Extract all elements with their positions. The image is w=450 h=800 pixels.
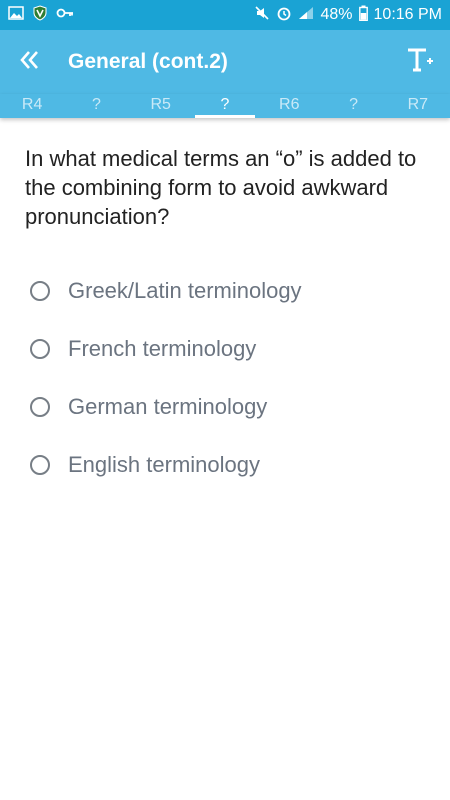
tab-current[interactable]: ? (193, 94, 257, 118)
tab-r5[interactable]: R5 (129, 94, 193, 118)
text-size-icon (405, 45, 435, 80)
radio-button[interactable] (30, 397, 50, 417)
mute-icon (254, 5, 270, 26)
option-label: Greek/Latin terminology (68, 278, 302, 303)
option-french[interactable]: French terminology (30, 320, 430, 378)
option-label: German terminology (68, 394, 268, 419)
question-text: In what medical terms an “o” is added to… (25, 146, 417, 229)
option-label: English terminology (68, 452, 260, 477)
radio-button[interactable] (30, 339, 50, 359)
option-german[interactable]: German terminology (30, 378, 430, 436)
option-label: French terminology (68, 336, 257, 361)
alarm-icon (276, 5, 292, 26)
tab-r6[interactable]: R6 (257, 94, 321, 118)
answer-options: Greek/Latin terminology French terminolo… (30, 262, 430, 494)
tab-unknown[interactable]: ? (64, 94, 128, 118)
status-time: 10:16 PM (373, 6, 442, 23)
battery-percent: 48% (320, 6, 353, 23)
battery-icon (358, 5, 368, 26)
status-bar: 48% 10:16 PM (0, 0, 450, 30)
option-english[interactable]: English terminology (30, 436, 430, 494)
app-bar: General (cont.2) (0, 30, 450, 94)
key-icon (56, 6, 74, 24)
vpn-shield-icon (32, 4, 48, 26)
question-tabs: R4 ? R5 ? R6 ? R7 (0, 94, 450, 118)
radio-button[interactable] (30, 455, 50, 475)
page-title: General (cont.2) (68, 50, 228, 73)
tab-r7[interactable]: R7 (386, 94, 450, 118)
font-size-button[interactable] (390, 30, 450, 94)
back-button[interactable] (0, 30, 60, 94)
signal-icon (298, 6, 314, 25)
double-chevron-left-icon (19, 49, 41, 76)
option-greek-latin[interactable]: Greek/Latin terminology (30, 262, 430, 320)
gallery-icon (8, 5, 24, 25)
radio-button[interactable] (30, 281, 50, 301)
tab-unknown[interactable]: ? (321, 94, 385, 118)
tab-r4[interactable]: R4 (0, 94, 64, 118)
